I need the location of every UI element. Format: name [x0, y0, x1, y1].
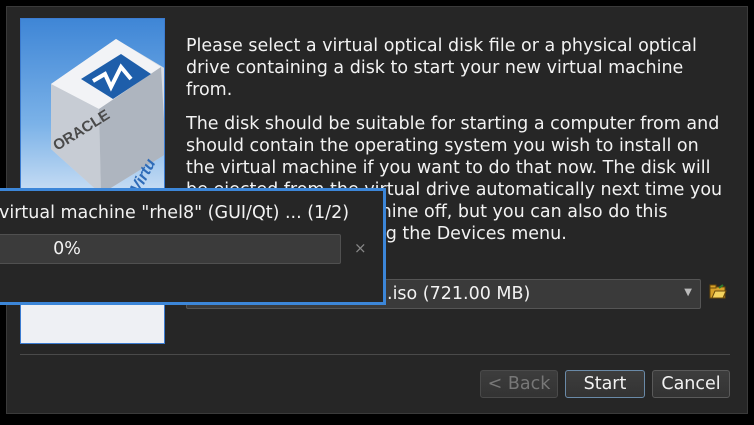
progress-bar: 0% [0, 234, 341, 264]
selected-disk-label: .iso (721.00 MB) [387, 284, 531, 304]
folder-open-icon[interactable] [709, 284, 727, 300]
button-separator [20, 354, 730, 355]
progress-popup: virtual machine "rhel8" (GUI/Qt) ... (1/… [0, 188, 386, 305]
description-paragraph-1: Please select a virtual optical disk fil… [186, 36, 697, 100]
progress-percent: 0% [53, 239, 81, 259]
progress-title: virtual machine "rhel8" (GUI/Qt) ... (1/… [0, 203, 350, 223]
back-button[interactable]: < Back [480, 370, 558, 398]
start-button[interactable]: Start [565, 370, 645, 398]
chevron-down-icon: ▼ [684, 287, 692, 298]
cancel-button[interactable]: Cancel [652, 370, 730, 398]
close-icon[interactable]: × [354, 239, 367, 257]
